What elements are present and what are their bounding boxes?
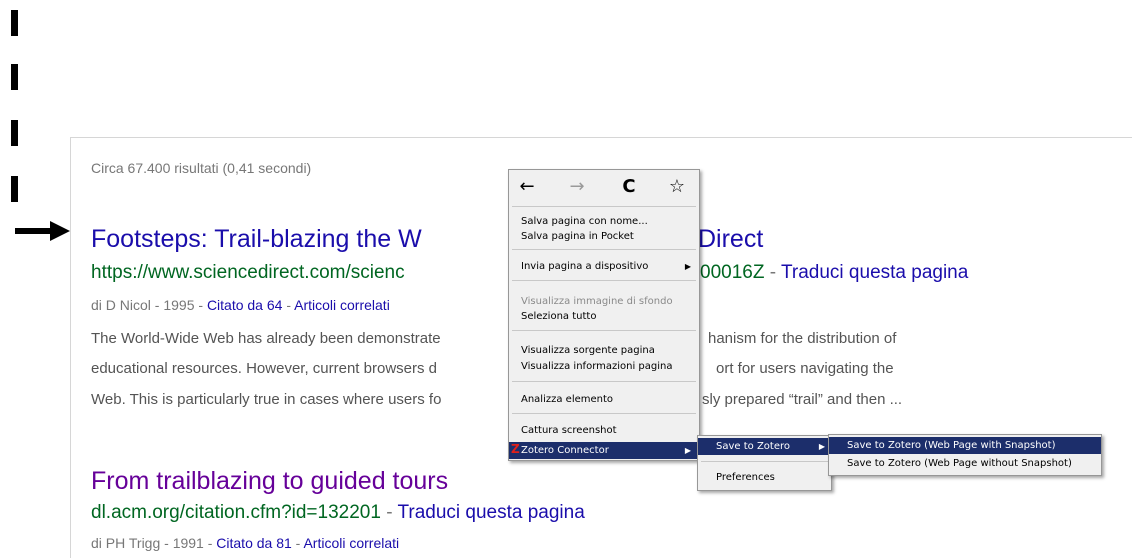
submenu-arrow-icon: ▶ [818, 442, 825, 451]
result-title-link[interactable]: From trailblazing to guided tours [91, 467, 448, 496]
menu-item-inspect-element[interactable]: Analizza elemento [509, 392, 699, 407]
menu-separator [512, 249, 696, 250]
menu-item-preferences[interactable]: Preferences [698, 469, 831, 486]
menu-item-page-info[interactable]: Visualizza informazioni pagina [509, 359, 699, 374]
menu-separator [512, 206, 696, 207]
menu-item-zotero-connector[interactable]: Z Zotero Connector ▶ [509, 442, 699, 459]
annotation-arrow-icon [50, 221, 70, 241]
context-nav-row: ← → C ☆ [509, 170, 699, 204]
forward-arrow-icon[interactable]: → [564, 174, 590, 200]
translate-link[interactable]: Traduci questa pagina [781, 262, 968, 283]
snippet-line: hanism for the distribution of [708, 330, 897, 347]
menu-item-take-screenshot[interactable]: Cattura screenshot [509, 423, 699, 438]
annotation-dash [11, 64, 18, 90]
result-meta: di D Nicol - 1995 - Citato da 64 - Artic… [91, 297, 390, 313]
annotation-arrow-shaft [15, 228, 53, 234]
menu-item-save-to-pocket[interactable]: Salva pagina in Pocket [509, 229, 699, 244]
menu-item-save-to-zotero[interactable]: Save to Zotero ▶ [698, 438, 831, 455]
save-to-zotero-submenu: Save to Zotero (Web Page with Snapshot) … [828, 434, 1102, 476]
menu-separator [512, 330, 696, 331]
related-articles-link[interactable]: Articoli correlati [303, 535, 399, 551]
menu-item-save-page-as[interactable]: Salva pagina con nome... [509, 214, 699, 229]
result-url: dl.acm.org/citation.cfm?id=132201 - Trad… [91, 502, 585, 523]
result-title-link-tail[interactable]: Direct [698, 225, 763, 254]
annotation-dash [11, 120, 18, 146]
bookmark-star-icon[interactable]: ☆ [664, 174, 690, 200]
cited-by-link[interactable]: Citato da 64 [207, 297, 283, 313]
result-meta: di PH Trigg - 1991 - Citato da 81 - Arti… [91, 535, 400, 551]
menu-item-select-all[interactable]: Seleziona tutto [509, 309, 699, 324]
menu-item-view-source[interactable]: Visualizza sorgente pagina [509, 343, 699, 358]
annotation-dash [11, 10, 18, 36]
menu-separator [512, 381, 696, 382]
result-url: https://www.sciencedirect.com/scienc [91, 262, 405, 283]
menu-separator [701, 461, 828, 462]
snippet-line: Web. This is particularly true in cases … [91, 391, 442, 408]
snippet-line: ort for users navigating the [716, 360, 894, 377]
snippet-line: sly prepared “trail” and then ... [702, 391, 903, 408]
cited-by-link[interactable]: Citato da 81 [216, 535, 292, 551]
related-articles-link[interactable]: Articoli correlati [294, 297, 390, 313]
snippet-line: educational resources. However, current … [91, 360, 437, 377]
menu-item-save-with-snapshot[interactable]: Save to Zotero (Web Page with Snapshot) [829, 437, 1101, 454]
result-stats: Circa 67.400 risultati (0,41 secondi) [91, 160, 312, 176]
menu-separator [512, 280, 696, 281]
submenu-arrow-icon: ▶ [684, 446, 691, 455]
result-title-link[interactable]: Footsteps: Trail-blazing the W [91, 225, 422, 254]
menu-item-send-to-device[interactable]: Invia pagina a dispositivo ▶ [509, 259, 699, 274]
context-menu: ← → C ☆ Salva pagina con nome... Salva p… [508, 169, 700, 461]
translate-link[interactable]: Traduci questa pagina [397, 502, 584, 523]
zotero-submenu: Save to Zotero ▶ Preferences [697, 435, 832, 491]
submenu-arrow-icon: ▶ [684, 262, 691, 271]
menu-separator [512, 413, 696, 414]
zotero-logo-icon: Z [511, 442, 520, 456]
result-url-tail: 00016Z - Traduci questa pagina [700, 262, 969, 283]
menu-item-view-background-image[interactable]: Visualizza immagine di sfondo [509, 294, 699, 309]
back-arrow-icon[interactable]: ← [514, 174, 540, 200]
snippet-line: The World-Wide Web has already been demo… [91, 330, 441, 347]
menu-item-save-without-snapshot[interactable]: Save to Zotero (Web Page without Snapsho… [829, 455, 1101, 472]
reload-icon[interactable]: C [616, 174, 642, 200]
annotation-dash [11, 176, 18, 202]
